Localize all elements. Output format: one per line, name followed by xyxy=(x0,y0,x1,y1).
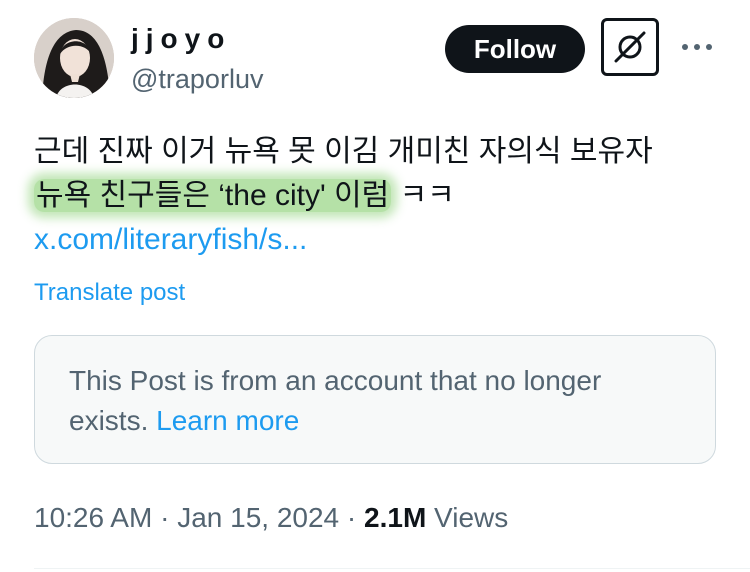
tweet-date[interactable]: Jan 15, 2024 xyxy=(177,502,339,533)
avatar[interactable] xyxy=(34,18,114,98)
author-display-name[interactable]: jjoyo xyxy=(131,22,231,56)
follow-button[interactable]: Follow xyxy=(445,25,585,73)
notice-text: This Post is from an account that no lon… xyxy=(69,365,602,436)
tweet-time[interactable]: 10:26 AM xyxy=(34,502,152,533)
grok-button[interactable] xyxy=(601,18,659,76)
views-label: Views xyxy=(434,502,509,533)
more-options-button[interactable] xyxy=(680,30,714,64)
tweet-link[interactable]: x.com/literaryfish/s... xyxy=(34,223,307,256)
views-count: 2.1M xyxy=(364,502,427,533)
profile-photo xyxy=(34,18,114,98)
unavailable-post-notice: This Post is from an account that no lon… xyxy=(34,335,716,464)
grok-icon xyxy=(614,31,646,63)
tweet-line: 뉴욕 친구들은 ‘the city' 이럼 ㅋㅋ xyxy=(34,174,724,218)
translate-post-link[interactable]: Translate post xyxy=(34,277,185,309)
meta-separator: · xyxy=(346,502,357,533)
author-handle[interactable]: @traporluv xyxy=(131,62,263,96)
tweet-text-suffix: ㅋㅋ xyxy=(391,179,455,212)
meta-separator: · xyxy=(160,502,170,533)
highlighted-text: 뉴욕 친구들은 ‘the city' 이럼 xyxy=(34,179,392,212)
learn-more-link[interactable]: Learn more xyxy=(156,405,299,436)
tweet-line: 근데 진짜 이거 뉴욕 못 이김 개미친 자의식 보유자 xyxy=(34,135,653,168)
divider xyxy=(34,568,750,569)
more-dots-icon xyxy=(682,44,712,50)
tweet-metadata: 10:26 AM · Jan 15, 2024 · 2.1M Views xyxy=(34,500,508,536)
tweet-text: 근데 진짜 이거 뉴욕 못 이김 개미친 자의식 보유자 뉴욕 친구들은 ‘th… xyxy=(34,130,724,262)
